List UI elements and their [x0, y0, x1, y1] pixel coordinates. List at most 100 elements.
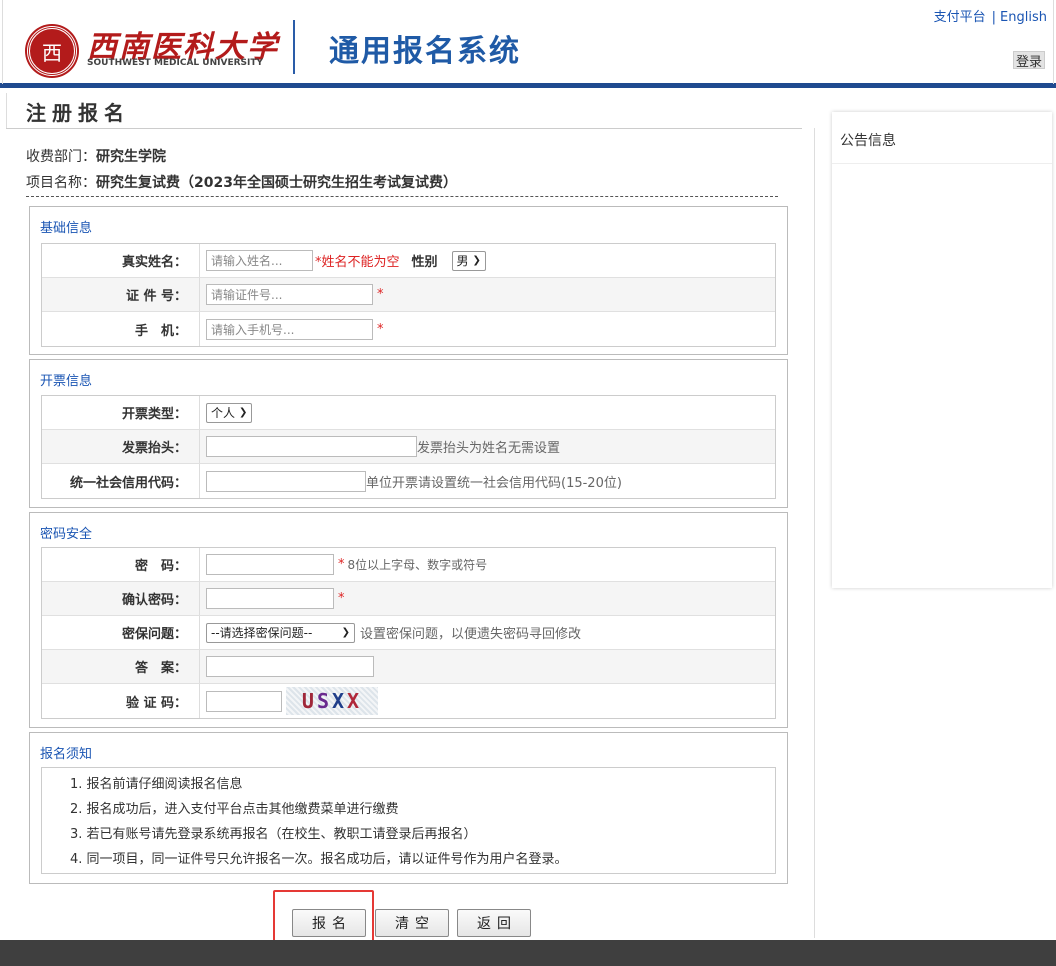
- notice-list: 1. 报名前请仔细阅读报名信息 2. 报名成功后，进入支付平台点击其他缴费菜单进…: [41, 767, 776, 874]
- form-row-invoice-header: 发票抬头： 发票抬头为姓名无需设置: [42, 430, 775, 464]
- invoice-type-label: 开票类型：: [42, 396, 200, 429]
- answer-input[interactable]: [206, 656, 374, 677]
- clear-button[interactable]: 清空: [375, 909, 449, 937]
- answer-cell: [200, 650, 775, 683]
- security-question-label: 密保问题：: [42, 616, 200, 649]
- id-cell: 请输证件号... *: [200, 278, 775, 311]
- link-separator: |: [991, 10, 997, 25]
- password-required-mark: *: [338, 557, 345, 572]
- security-section: 密码安全 密 码： * 8位以上字母、数字或符号 确认密码： * 密保问题： -…: [29, 512, 788, 728]
- dashed-divider: [26, 196, 778, 197]
- captcha-char: S: [316, 689, 332, 713]
- notice-item: 1. 报名前请仔细阅读报名信息: [70, 777, 243, 792]
- confirm-password-cell: *: [200, 582, 775, 615]
- gender-value: 男: [456, 254, 469, 268]
- captcha-char: U: [301, 689, 317, 713]
- form-row-security-question: 密保问题： --请选择密保问题-- ❯ 设置密保问题，以便遗失密码寻回修改: [42, 616, 775, 650]
- form-row-password: 密 码： * 8位以上字母、数字或符号: [42, 548, 775, 582]
- chevron-down-icon: ❯: [472, 255, 481, 266]
- page-title: 注册报名: [26, 101, 130, 125]
- invoice-header-cell: 发票抬头为姓名无需设置: [200, 430, 775, 463]
- notice-item: 2. 报名成功后，进入支付平台点击其他缴费菜单进行缴费: [70, 802, 399, 817]
- basic-info-section: 基础信息 真实姓名： 请输入姓名... *姓名不能为空 性别 男 ❯ 证 件 号：…: [29, 206, 788, 355]
- form-row-credit-code: 统一社会信用代码： 单位开票请设置统一社会信用代码(15-20位): [42, 464, 775, 498]
- system-title: 通用报名系统: [329, 34, 521, 69]
- form-row-id: 证 件 号： 请输证件号... *: [42, 278, 775, 312]
- invoice-table: 开票类型： 个人 ❯ 发票抬头： 发票抬头为姓名无需设置 统一社会信用代码： 单位…: [41, 395, 776, 499]
- form-row-confirm-password: 确认密码： *: [42, 582, 775, 616]
- gender-label: 性别: [411, 255, 438, 270]
- title-rule: [6, 128, 802, 129]
- header-inner: 西 西南医科大学 SOUTHWEST MEDICAL UNIVERSITY 通用…: [2, 0, 1054, 84]
- invoice-header-hint: 发票抬头为姓名无需设置: [417, 441, 561, 456]
- invoice-header-input[interactable]: [206, 436, 417, 457]
- phone-cell: 请输入手机号... *: [200, 312, 775, 346]
- security-question-value: --请选择密保问题--: [211, 626, 313, 640]
- id-input[interactable]: 请输证件号...: [206, 284, 373, 305]
- announcement-title: 公告信息: [832, 112, 1052, 164]
- submit-button[interactable]: 报名: [292, 909, 366, 937]
- header-divider: [293, 20, 295, 74]
- password-cell: * 8位以上字母、数字或符号: [200, 548, 775, 581]
- form-row-captcha: 验 证 码： USXX: [42, 684, 775, 718]
- section-title-invoice: 开票信息: [40, 374, 93, 389]
- content-divider: [814, 128, 815, 938]
- gender-select[interactable]: 男 ❯: [451, 250, 486, 271]
- notice-item: 3. 若已有账号请先登录系统再报名（在校生、教职工请登录后再报名）: [70, 827, 477, 842]
- login-button[interactable]: 登录: [1013, 51, 1045, 70]
- top-links: 支付平台 | English: [934, 6, 1047, 25]
- name-input[interactable]: 请输入姓名...: [206, 250, 313, 271]
- security-question-select[interactable]: --请选择密保问题-- ❯: [206, 622, 355, 643]
- phone-input[interactable]: 请输入手机号...: [206, 318, 373, 340]
- name-label: 真实姓名：: [42, 244, 200, 277]
- invoice-type-value: 个人: [211, 406, 236, 420]
- form-row-name: 真实姓名： 请输入姓名... *姓名不能为空 性别 男 ❯: [42, 244, 775, 278]
- captcha-cell: USXX: [200, 684, 775, 718]
- back-button[interactable]: 返回: [457, 909, 531, 937]
- confirm-password-label: 确认密码：: [42, 582, 200, 615]
- basic-info-table: 真实姓名： 请输入姓名... *姓名不能为空 性别 男 ❯ 证 件 号： 请输证件…: [41, 243, 776, 347]
- confirm-password-input[interactable]: [206, 588, 334, 609]
- security-table: 密 码： * 8位以上字母、数字或符号 确认密码： * 密保问题： --请选择密…: [41, 547, 776, 719]
- project-label: 项目名称：: [26, 175, 96, 191]
- captcha-char: X: [347, 689, 363, 713]
- phone-required-mark: *: [377, 321, 384, 337]
- announcement-panel: 公告信息: [832, 112, 1052, 588]
- id-label: 证 件 号：: [42, 278, 200, 311]
- pay-platform-link[interactable]: 支付平台: [934, 10, 986, 25]
- footer-bar: [0, 940, 1056, 966]
- phone-label: 手 机：: [42, 312, 200, 346]
- security-question-hint: 设置密保问题，以便遗失密码寻回修改: [360, 627, 582, 642]
- name-error: *姓名不能为空: [315, 255, 400, 270]
- dept-label: 收费部门：: [26, 149, 96, 165]
- university-name-en: SOUTHWEST MEDICAL UNIVERSITY: [87, 58, 264, 68]
- chevron-down-icon: ❯: [239, 407, 248, 418]
- credit-code-hint: 单位开票请设置统一社会信用代码(15-20位): [366, 475, 622, 491]
- credit-code-input[interactable]: [206, 470, 366, 492]
- notice-item: 4. 同一项目，同一证件号只允许报名一次。报名成功后，请以证件号作为用户名登录。: [70, 852, 568, 867]
- password-label: 密 码：: [42, 548, 200, 581]
- credit-code-label: 统一社会信用代码：: [42, 464, 200, 498]
- notice-section: 报名须知 1. 报名前请仔细阅读报名信息 2. 报名成功后，进入支付平台点击其他…: [29, 732, 788, 884]
- form-row-invoice-type: 开票类型： 个人 ❯: [42, 396, 775, 430]
- answer-label: 答 案：: [42, 650, 200, 683]
- english-link[interactable]: English: [1000, 10, 1047, 25]
- password-input[interactable]: [206, 554, 334, 575]
- confirm-required-mark: *: [338, 591, 345, 606]
- project-value: 研究生复试费（2023年全国硕士研究生招生考试复试费）: [96, 175, 457, 191]
- section-title-security: 密码安全: [40, 527, 93, 542]
- captcha-char: X: [332, 689, 348, 713]
- captcha-image[interactable]: USXX: [286, 687, 378, 715]
- dept-value: 研究生学院: [96, 149, 166, 165]
- invoice-type-cell: 个人 ❯: [200, 396, 775, 429]
- captcha-label: 验 证 码：: [42, 684, 200, 718]
- captcha-input[interactable]: [206, 690, 282, 712]
- university-emblem-icon: 西: [27, 26, 77, 76]
- invoice-type-select[interactable]: 个人 ❯: [206, 402, 253, 423]
- section-title-basic: 基础信息: [40, 221, 93, 236]
- dept-line: 收费部门：研究生学院: [26, 146, 166, 166]
- title-left-rule: [6, 93, 7, 129]
- form-row-phone: 手 机： 请输入手机号... *: [42, 312, 775, 346]
- credit-code-cell: 单位开票请设置统一社会信用代码(15-20位): [200, 464, 775, 498]
- invoice-header-label: 发票抬头：: [42, 430, 200, 463]
